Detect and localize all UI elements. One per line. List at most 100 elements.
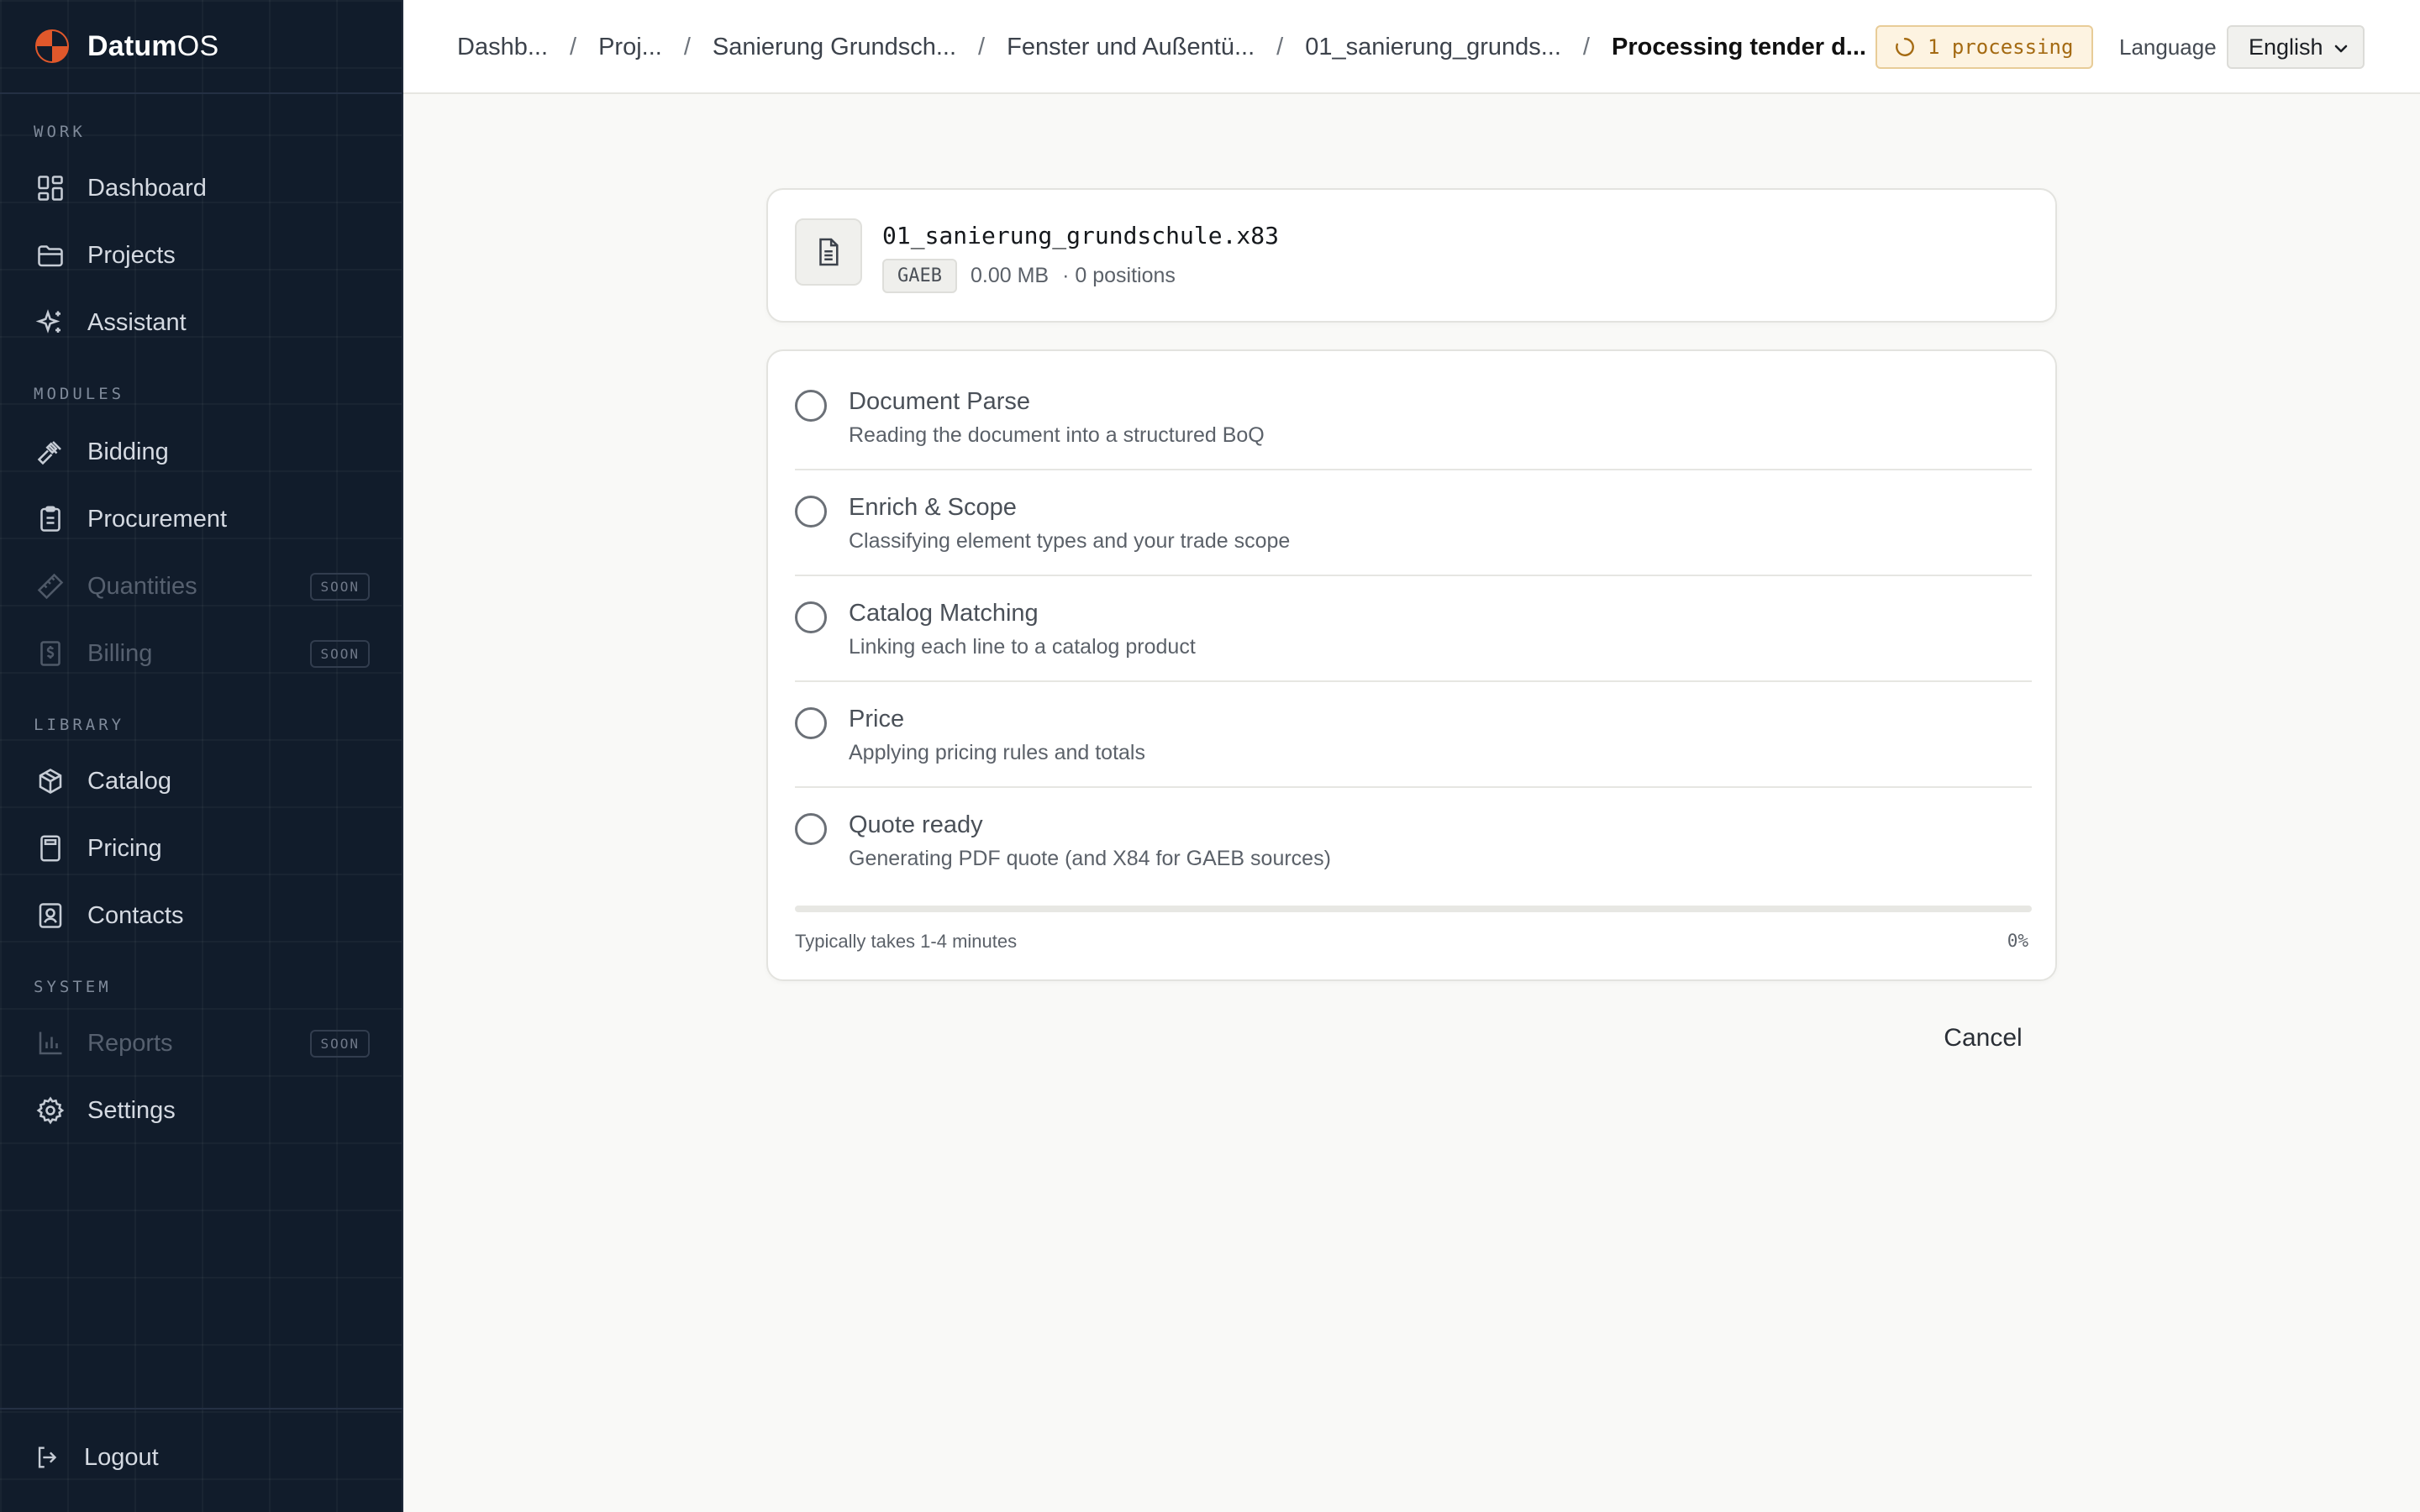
breadcrumb-dashboard[interactable]: Dashb... [457,34,548,61]
processing-badge[interactable]: 1 processing [1876,25,2094,69]
file-icon-box [795,218,862,286]
sidebar-item-billing: Billing SOON [0,620,403,687]
breadcrumb: Dashb... / Proj... / Sanierung Grundsch.… [457,0,1866,94]
sidebar-item-catalog[interactable]: Catalog [0,748,403,815]
progress-bar [795,906,2032,912]
spinner-icon [1896,38,1914,56]
language-select-value: English [2249,34,2323,60]
breadcrumb-project[interactable]: Sanierung Grundsch... [713,34,956,61]
step-description: Reading the document into a structured B… [849,423,1265,447]
box-icon [35,766,66,796]
pipeline-step-quote: Quote ready Generating PDF quote (and X8… [795,774,2032,880]
breadcrumb-separator: / [978,33,986,60]
breadcrumb-separator: / [1276,33,1284,60]
file-meta: GAEB 0.00 MB · 0 positions [882,259,1182,293]
step-title: Catalog Matching [849,600,1039,627]
pipeline-step-enrich: Enrich & Scope Classifying element types… [795,457,2032,563]
step-title: Price [849,706,905,732]
step-title: Document Parse [849,388,1030,415]
datumos-logo-icon [35,29,69,63]
logout-button[interactable]: Logout [34,1443,159,1472]
pipeline-card: Document Parse Reading the document into… [766,349,2057,981]
breadcrumb-lot[interactable]: Fenster und Außentü... [1007,34,1255,61]
section-label-system: SYSTEM [34,978,112,996]
sidebar-item-label: Contacts [87,901,184,929]
gavel-icon [35,437,66,467]
sidebar-item-dashboard[interactable]: Dashboard [0,155,403,222]
gear-icon [35,1095,66,1126]
processing-badge-label: 1 processing [1928,35,2074,59]
breadcrumb-separator: / [570,33,577,60]
folder-icon [35,240,66,270]
sidebar-item-pricing[interactable]: Pricing [0,815,403,882]
sidebar-item-bidding[interactable]: Bidding [0,418,403,486]
sparkles-icon [35,307,66,338]
file-name: 01_sanierung_grundschule.x83 [882,222,1280,249]
section-label-work: WORK [34,123,86,141]
soon-badge: SOON [310,572,370,601]
breadcrumb-current: Processing tender d... [1611,33,1866,60]
cancel-button[interactable]: Cancel [1933,1015,2033,1062]
step-status-circle [795,707,827,739]
sidebar-footer: Logout [0,1408,403,1512]
language-label: Language [2119,34,2217,60]
breadcrumb-separator: / [683,33,691,60]
calculator-icon [35,833,66,864]
sidebar-item-label: Bidding [87,438,169,465]
contact-icon [35,900,66,931]
file-positions: · 0 positions [1062,264,1176,287]
logout-label: Logout [84,1443,159,1471]
step-title: Quote ready [849,811,983,838]
logout-icon [38,1446,57,1468]
language-select[interactable]: English [2227,25,2365,69]
clipboard-icon [35,504,66,534]
step-description: Classifying element types and your trade… [849,529,1291,553]
pipeline-step-price: Price Applying pricing rules and totals [795,669,2032,774]
sidebar-item-quantities: Quantities SOON [0,553,403,620]
sidebar-item-reports: Reports SOON [0,1010,403,1077]
section-label-library: LIBRARY [34,716,125,734]
ruler-icon [35,571,66,601]
soon-badge: SOON [310,1029,370,1058]
sidebar-item-settings[interactable]: Settings [0,1077,403,1144]
step-description: Applying pricing rules and totals [849,741,1145,764]
file-card: 01_sanierung_grundschule.x83 GAEB 0.00 M… [766,188,2057,323]
step-status-circle [795,390,827,422]
breadcrumb-projects[interactable]: Proj... [598,34,662,61]
sidebar-item-label: Catalog [87,767,171,795]
sidebar-item-label: Settings [87,1096,176,1124]
sidebar-item-label: Quantities [87,572,197,600]
sidebar-item-label: Assistant [87,308,187,336]
dashboard-icon [35,173,66,203]
sidebar-item-projects[interactable]: Projects [0,222,403,289]
sidebar-item-label: Billing [87,639,153,667]
sidebar-item-label: Projects [87,241,176,269]
step-description: Linking each line to a catalog product [849,635,1196,659]
receipt-dollar-icon [35,638,66,669]
breadcrumb-separator: / [1582,33,1590,60]
brand-name: DatumOS [87,29,219,62]
pipeline-step-parse: Document Parse Reading the document into… [795,351,2032,457]
step-description: Generating PDF quote (and X84 for GAEB s… [849,847,1331,870]
progress-percent: 0% [2007,931,2028,951]
sidebar-item-label: Dashboard [87,174,207,202]
file-size: 0.00 MB [970,264,1050,287]
bar-chart-icon [35,1028,66,1058]
breadcrumb-file[interactable]: 01_sanierung_grunds... [1305,34,1561,61]
sidebar-item-contacts[interactable]: Contacts [0,882,403,949]
sidebar-item-assistant[interactable]: Assistant [0,289,403,356]
progress-eta: Typically takes 1-4 minutes [795,931,1018,952]
brand[interactable]: DatumOS [0,0,402,94]
chevron-down-icon [2334,45,2348,53]
pipeline-step-catalog: Catalog Matching Linking each line to a … [795,563,2032,669]
step-status-circle [795,813,827,845]
file-type-badge: GAEB [882,259,957,293]
step-status-circle [795,496,827,528]
top-bar: Dashb... / Proj... / Sanierung Grundsch.… [403,0,2420,94]
sidebar: DatumOS WORK Dashboard Projects Assistan… [0,0,403,1512]
section-label-modules: MODULES [34,385,125,403]
sidebar-item-procurement[interactable]: Procurement [0,486,403,553]
step-title: Enrich & Scope [849,494,1017,521]
sidebar-item-label: Procurement [87,505,228,533]
step-status-circle [795,601,827,633]
